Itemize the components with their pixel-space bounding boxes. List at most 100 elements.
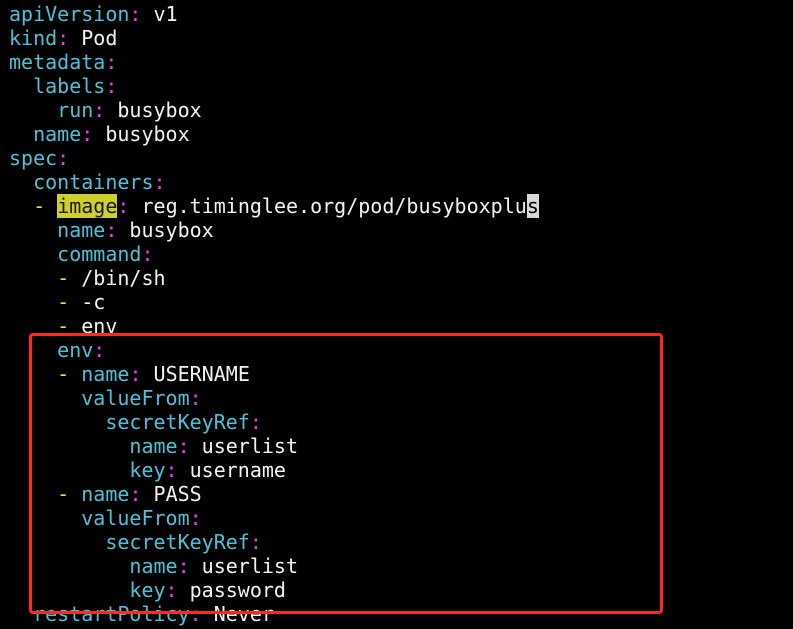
yaml-key: kind — [9, 26, 58, 50]
yaml-value: userlist — [189, 554, 299, 578]
yaml-colon: : — [189, 386, 202, 410]
list-dash: - — [57, 266, 70, 290]
yaml-colon: : — [129, 482, 142, 506]
code-line[interactable]: - name: PASS — [9, 482, 539, 506]
code-line[interactable]: labels: — [9, 74, 539, 98]
yaml-value: busybox — [105, 98, 202, 122]
code-line[interactable]: - /bin/sh — [9, 266, 539, 290]
yaml-colon: : — [93, 338, 106, 362]
yaml-value: env — [69, 314, 118, 338]
code-line[interactable]: run: busybox — [9, 98, 539, 122]
yaml-key: run — [57, 98, 94, 122]
yaml-key: spec — [9, 146, 58, 170]
yaml-editor[interactable]: apiVersion: v1 kind: Pod metadata: labels:… — [9, 2, 539, 626]
code-line[interactable]: secretKeyRef: — [9, 530, 539, 554]
code-line[interactable]: name: userlist — [9, 554, 539, 578]
yaml-value: username — [177, 458, 286, 482]
yaml-key: env — [57, 338, 94, 362]
yaml-colon: : — [117, 194, 130, 218]
yaml-key: command — [57, 242, 142, 266]
yaml-key: name — [129, 554, 178, 578]
yaml-value: userlist — [189, 434, 299, 458]
yaml-key: name — [81, 362, 130, 386]
yaml-colon: : — [105, 218, 118, 242]
code-line[interactable]: spec: — [9, 146, 539, 170]
code-line[interactable]: key: username — [9, 458, 539, 482]
yaml-value — [9, 314, 57, 338]
terminal-window[interactable]: apiVersion: v1 kind: Pod metadata: labels:… — [0, 0, 793, 629]
yaml-value — [9, 218, 57, 242]
code-line[interactable]: - name: USERNAME — [9, 362, 539, 386]
yaml-colon: : — [249, 410, 262, 434]
yaml-key: labels — [33, 74, 106, 98]
yaml-value: /bin/sh — [69, 266, 166, 290]
yaml-value — [9, 290, 57, 314]
yaml-key: name — [33, 122, 82, 146]
list-dash: - — [57, 362, 70, 386]
yaml-value — [9, 362, 57, 386]
yaml-value: busybox — [93, 122, 190, 146]
code-line[interactable]: kind: Pod — [9, 26, 539, 50]
yaml-colon: : — [57, 146, 70, 170]
yaml-key: name — [129, 434, 178, 458]
yaml-value — [9, 506, 81, 530]
code-line[interactable]: name: userlist — [9, 434, 539, 458]
code-line[interactable]: apiVersion: v1 — [9, 2, 539, 26]
code-line[interactable]: name: busybox — [9, 218, 539, 242]
code-line[interactable]: - -c — [9, 290, 539, 314]
yaml-value — [9, 458, 129, 482]
yaml-key: restartPolicy — [33, 602, 190, 626]
yaml-colon: : — [177, 434, 190, 458]
yaml-colon: : — [129, 2, 142, 26]
code-line[interactable]: - image: reg.timinglee.org/pod/busyboxpl… — [9, 194, 539, 218]
yaml-value: -c — [69, 290, 106, 314]
code-line[interactable]: metadata: — [9, 50, 539, 74]
yaml-key: secretKeyRef — [105, 530, 250, 554]
yaml-colon: : — [93, 98, 106, 122]
yaml-value — [9, 338, 57, 362]
yaml-colon: : — [81, 122, 94, 146]
code-line[interactable]: command: — [9, 242, 539, 266]
code-line[interactable]: valueFrom: — [9, 386, 539, 410]
yaml-value: v1 — [141, 2, 178, 26]
yaml-value — [9, 554, 129, 578]
code-line[interactable]: - env — [9, 314, 539, 338]
code-line[interactable]: env: — [9, 338, 539, 362]
yaml-colon: : — [177, 554, 190, 578]
yaml-value — [9, 386, 81, 410]
yaml-value: busybox — [117, 218, 214, 242]
yaml-key: containers — [33, 170, 154, 194]
yaml-colon: : — [249, 530, 262, 554]
yaml-key: valueFrom — [81, 386, 190, 410]
yaml-value — [9, 434, 129, 458]
yaml-key: name — [81, 482, 130, 506]
yaml-colon: : — [189, 602, 202, 626]
yaml-key: apiVersion — [9, 2, 130, 26]
yaml-value — [9, 266, 57, 290]
yaml-colon: : — [153, 170, 166, 194]
list-dash: - — [57, 290, 70, 314]
yaml-colon: : — [57, 26, 70, 50]
yaml-value — [9, 122, 33, 146]
yaml-value — [9, 602, 33, 626]
yaml-value — [9, 482, 57, 506]
code-line[interactable]: containers: — [9, 170, 539, 194]
yaml-value: Pod — [69, 26, 118, 50]
yaml-key: key — [129, 578, 166, 602]
code-line[interactable]: restartPolicy: Never — [9, 602, 539, 626]
yaml-colon: : — [141, 242, 154, 266]
yaml-colon: : — [165, 458, 178, 482]
yaml-colon: : — [189, 506, 202, 530]
code-line[interactable]: name: busybox — [9, 122, 539, 146]
yaml-value: Never — [201, 602, 274, 626]
list-dash: - — [57, 482, 70, 506]
yaml-value — [69, 482, 81, 506]
code-line[interactable]: key: password — [9, 578, 539, 602]
search-highlight: image — [57, 194, 118, 218]
list-dash: - — [33, 194, 46, 218]
code-line[interactable]: valueFrom: — [9, 506, 539, 530]
code-line[interactable]: secretKeyRef: — [9, 410, 539, 434]
yaml-value: USERNAME — [141, 362, 250, 386]
text-cursor: s — [526, 194, 539, 218]
yaml-colon: : — [105, 74, 118, 98]
